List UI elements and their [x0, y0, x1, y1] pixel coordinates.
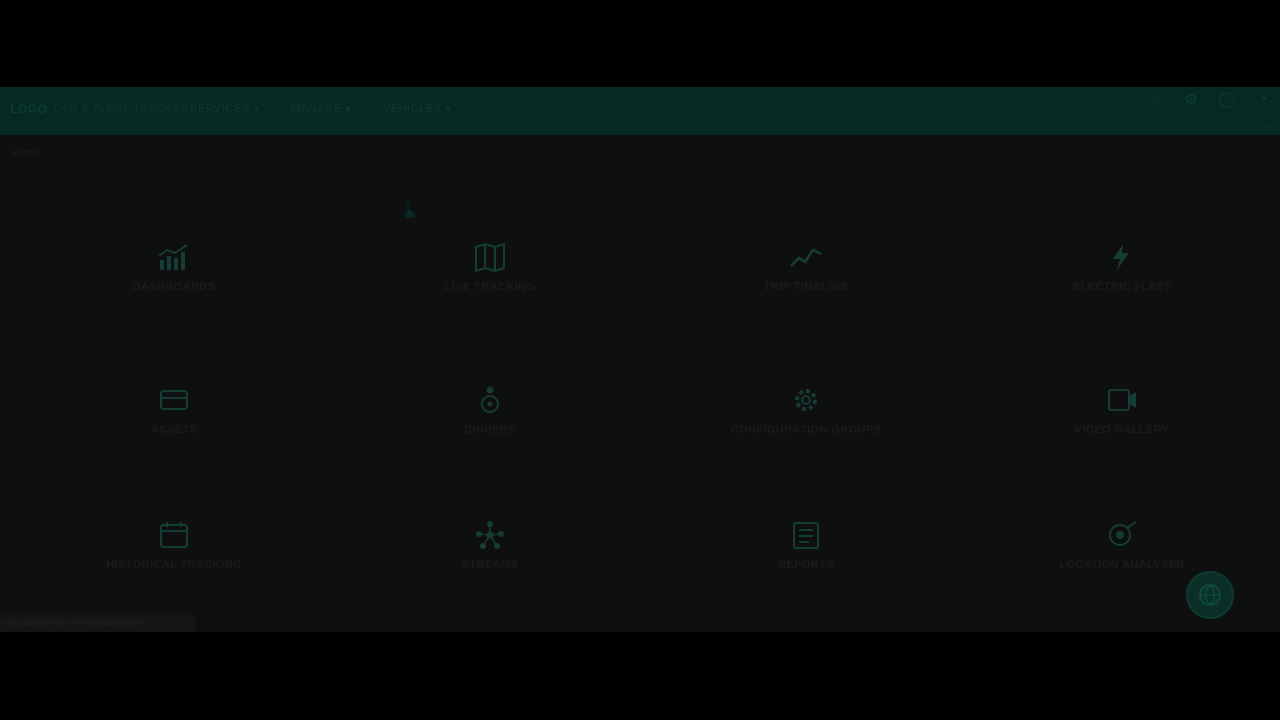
- driver-icon: [481, 386, 499, 413]
- brand-name: LOGO: [10, 102, 48, 116]
- tile-label: LOCATION ANALYSER: [1059, 559, 1185, 571]
- breadcrumb[interactable]: Home: [12, 148, 39, 159]
- globe-icon: [1199, 584, 1221, 606]
- tile-label: VIDEO GALLERY: [1074, 424, 1170, 436]
- chevron-down-icon: ▼: [252, 104, 261, 114]
- tile-assets[interactable]: ASSETS: [16, 385, 332, 465]
- tile-label: CONFIGURATION GROUPS: [730, 424, 882, 436]
- brand-subtitle: CAR & FLEET TRACKER: [53, 103, 189, 115]
- nav-vehicles[interactable]: VEHICLES ▼: [383, 100, 453, 118]
- nav-manage-label: MANAGE: [290, 103, 342, 115]
- tile-trip-timeline[interactable]: TRIP TIMELINE: [648, 242, 964, 322]
- video-icon: [1108, 389, 1136, 411]
- trend-line-icon: [790, 248, 822, 267]
- hand-cursor-icon: [403, 202, 416, 219]
- letterbox-top: [0, 0, 1280, 87]
- logout-icon[interactable]: ◔: [1254, 91, 1272, 109]
- tile-label: ASSETS: [150, 424, 198, 436]
- tile-live-tracking[interactable]: LIVE TRACKING: [332, 242, 648, 322]
- nav-icon-group: ☆ ⚙ ◯ ◔: [1146, 91, 1272, 109]
- brand-logo[interactable]: LOGO CAR & FLEET TRACKER: [10, 101, 189, 117]
- chevron-down-icon: ▼: [344, 104, 353, 114]
- tile-historical-tracking[interactable]: HISTORICAL TRACKING: [16, 520, 332, 600]
- user-caption: Welcome, user Dashboard: [1177, 121, 1272, 130]
- calendar-icon: [160, 522, 188, 548]
- tile-dashboards[interactable]: DASHBOARDS: [16, 242, 332, 322]
- tile-drivers[interactable]: DRIVERS: [332, 385, 648, 465]
- map-icon: [475, 242, 505, 272]
- tile-streams[interactable]: STREAMS: [332, 520, 648, 600]
- location-icon: [1109, 521, 1137, 546]
- dashboard-chart-icon: [158, 244, 188, 270]
- tile-label: HISTORICAL TRACKING: [106, 559, 242, 571]
- nav-right: ☆ ⚙ ◯ ◔ Welcome, user Dashboard: [1132, 91, 1272, 131]
- tile-label: TRIP TIMELINE: [763, 281, 849, 293]
- main-nav: SERVICES ▼ MANAGE ▼ VEHICLES ▼: [190, 100, 453, 118]
- gear-icon[interactable]: ⚙: [1182, 91, 1200, 109]
- help-icon[interactable]: ◯: [1218, 91, 1236, 109]
- nav-services-label: SERVICES: [190, 103, 250, 115]
- nav-manage[interactable]: MANAGE ▼: [291, 100, 353, 118]
- tile-label: STREAMS: [461, 559, 519, 571]
- letterbox-bottom: [0, 632, 1280, 720]
- app-window: LOGO CAR & FLEET TRACKER SERVICES ▼ MANA…: [0, 87, 1280, 632]
- nav-services[interactable]: SERVICES ▼: [190, 100, 261, 118]
- top-navbar: LOGO CAR & FLEET TRACKER SERVICES ▼ MANA…: [0, 87, 1280, 135]
- tile-label: REPORTS: [778, 559, 834, 571]
- tile-label: DRIVERS: [464, 424, 516, 436]
- tile-reports[interactable]: REPORTS: [648, 520, 964, 600]
- chevron-down-icon: ▼: [444, 104, 453, 114]
- tile-video-gallery[interactable]: VIDEO GALLERY: [964, 385, 1280, 465]
- network-icon: [476, 521, 504, 549]
- chat-support-button[interactable]: [1186, 571, 1234, 619]
- truck-icon: [160, 390, 188, 410]
- tile-configuration-groups[interactable]: CONFIGURATION GROUPS: [648, 385, 964, 465]
- tile-electric-fleet[interactable]: ELECTRIC FLEET: [964, 242, 1280, 322]
- status-url: https://app.example.com/tracking/dashboa…: [0, 615, 196, 632]
- nav-vehicles-label: VEHICLES: [382, 103, 442, 115]
- lightning-icon: [1113, 244, 1129, 270]
- tile-label: ELECTRIC FLEET: [1072, 281, 1172, 293]
- star-icon[interactable]: ☆: [1146, 91, 1164, 109]
- tile-label: DASHBOARDS: [132, 281, 216, 293]
- tile-label: LIVE TRACKING: [444, 281, 536, 293]
- cog-icon: [795, 389, 817, 411]
- report-icon: [793, 522, 819, 549]
